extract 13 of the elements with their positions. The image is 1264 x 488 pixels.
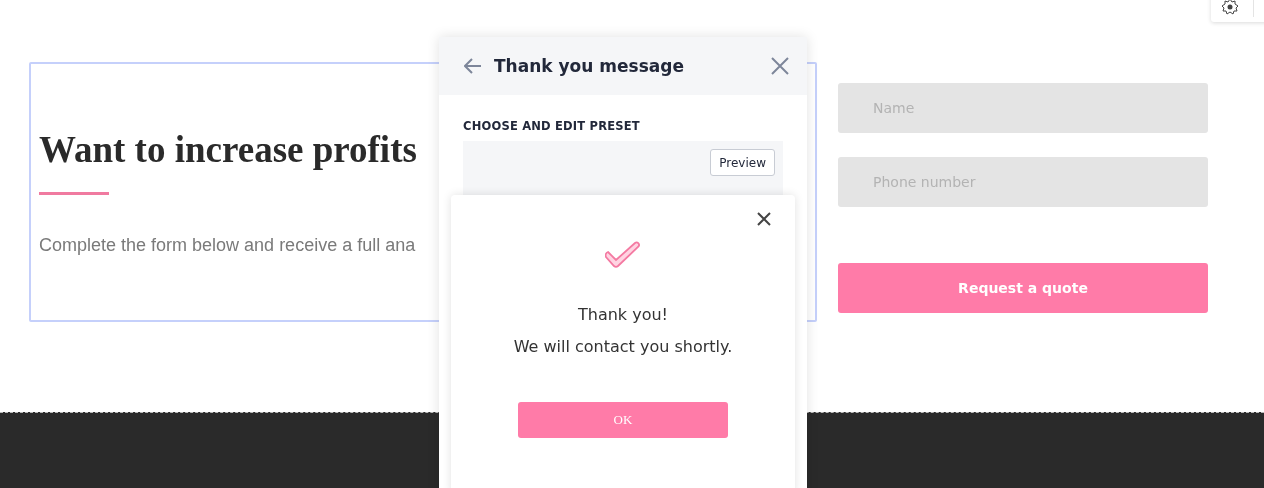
ok-button[interactable]: OK [518,402,728,438]
popup-title: Thank you! [578,305,668,324]
settings-icon[interactable] [1221,0,1239,16]
request-quote-button[interactable]: Request a quote [838,263,1208,313]
popup-message: We will contact you shortly. [513,337,733,356]
back-arrow-icon[interactable] [464,58,482,74]
check-icon [605,240,641,268]
preview-button[interactable]: Preview [710,149,775,176]
close-icon[interactable] [757,212,771,226]
headline: Want to increase profits [39,128,417,172]
section-label: CHOOSE AND EDIT PRESET [463,119,641,133]
panel-title: Thank you message [494,56,685,76]
description-text: Complete the form below and receive a full ana [39,235,416,256]
